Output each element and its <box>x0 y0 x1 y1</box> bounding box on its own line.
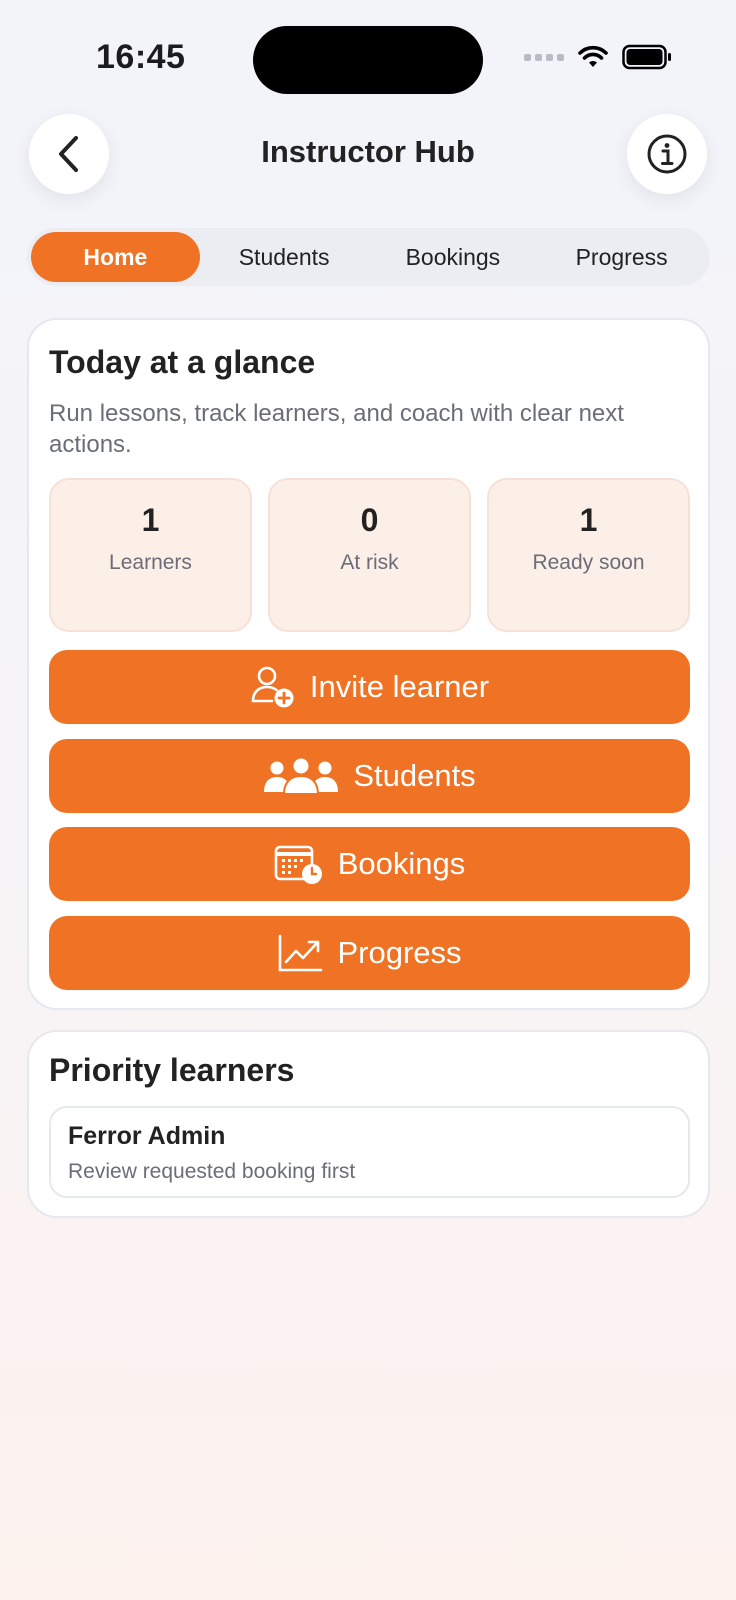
group-icon <box>263 756 339 796</box>
status-bar: 16:45 <box>0 0 736 110</box>
info-button[interactable] <box>627 114 707 194</box>
tab-progress[interactable]: Progress <box>537 232 706 282</box>
status-time: 16:45 <box>96 38 186 76</box>
bookings-button[interactable]: Bookings <box>49 827 690 901</box>
priority-title: Priority learners <box>49 1052 295 1088</box>
students-label: Students <box>353 757 476 793</box>
segmented-tabs: Home Students Bookings Progress <box>27 228 710 286</box>
progress-button[interactable]: Progress <box>49 915 690 990</box>
stat-value: 1 <box>579 502 598 538</box>
students-button[interactable]: Students <box>49 738 690 813</box>
tab-students[interactable]: Students <box>200 232 369 282</box>
tab-bookings[interactable]: Bookings <box>369 232 538 282</box>
bookings-label: Bookings <box>337 846 466 881</box>
stat-learners[interactable]: 1 Learners <box>49 478 252 632</box>
glance-card: Today at a glance Run lessons, track lea… <box>27 318 710 1010</box>
progress-label: Progress <box>337 934 462 970</box>
battery-icon <box>622 44 671 70</box>
stat-ready-soon[interactable]: 1 Ready soon <box>487 478 690 632</box>
tab-home[interactable]: Home <box>31 232 200 282</box>
stats-row: 1 Learners 0 At risk 1 Ready soon <box>49 478 690 632</box>
dynamic-island <box>253 26 483 94</box>
learner-note: Review requested booking first <box>68 1160 356 1183</box>
actions-list: Invite learner Students Bookings Progres… <box>49 650 690 1004</box>
calendar-clock-icon <box>274 843 324 885</box>
stat-label: At risk <box>340 551 399 574</box>
person-add-icon <box>250 665 296 709</box>
stat-at-risk[interactable]: 0 At risk <box>268 478 471 632</box>
page-title: Instructor Hub <box>261 134 475 169</box>
learner-name: Ferror Admin <box>68 1122 226 1150</box>
invite-learner-label: Invite learner <box>309 669 490 704</box>
invite-learner-button[interactable]: Invite learner <box>49 650 690 724</box>
chart-line-icon <box>277 933 323 973</box>
stat-label: Ready soon <box>532 551 645 574</box>
stat-label: Learners <box>109 551 192 574</box>
wifi-icon <box>578 45 608 67</box>
glance-title: Today at a glance <box>49 344 316 380</box>
priority-card: Priority learners Ferror Admin Review re… <box>27 1030 710 1218</box>
status-icons <box>524 44 672 70</box>
cellular-signal-icon <box>524 53 564 61</box>
stat-value: 0 <box>360 502 379 538</box>
list-item[interactable]: Ferror Admin Review requested booking fi… <box>49 1106 690 1198</box>
stat-value: 1 <box>141 502 160 538</box>
glance-subtitle: Run lessons, track learners, and coach w… <box>49 400 624 458</box>
info-icon <box>647 134 687 174</box>
